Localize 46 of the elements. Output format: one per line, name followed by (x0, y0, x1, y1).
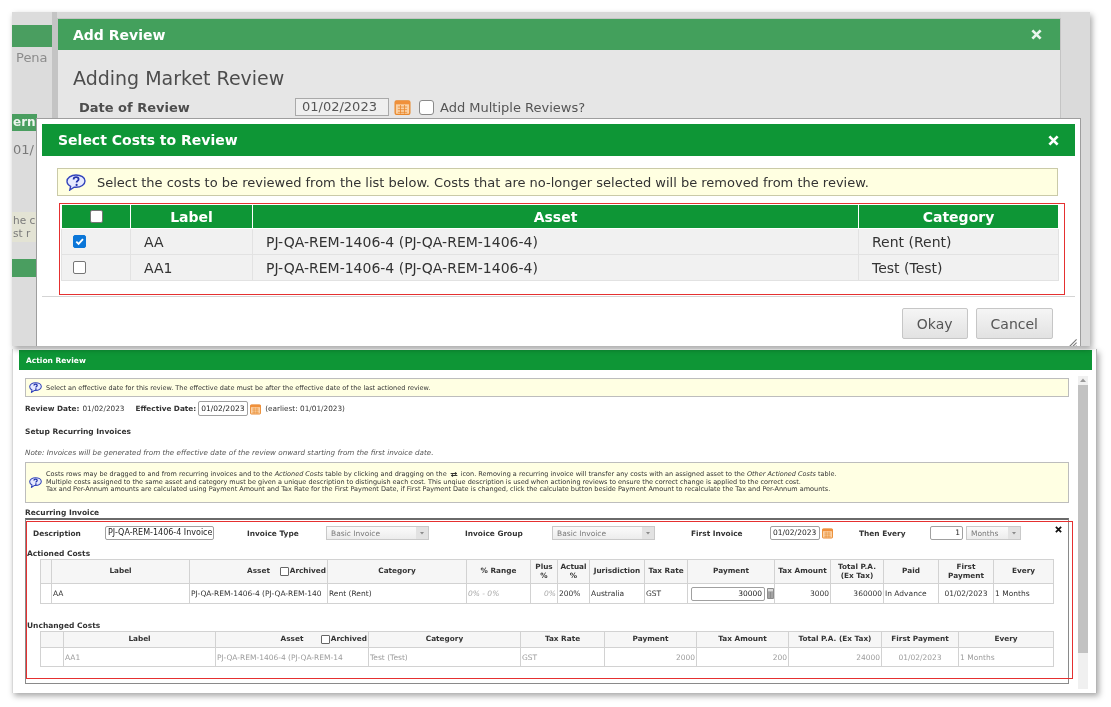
header-bar (12, 25, 52, 47)
table-cell: PJ-QA-REM-1406-4 (PJ-QA-REM-1406-4) (252, 228, 859, 255)
caret-icon (642, 527, 654, 539)
page-heading: Adding Market Review (73, 66, 286, 90)
checkbox[interactable] (73, 261, 86, 274)
calendar-icon[interactable] (822, 527, 833, 539)
checkbox-label: Add Multiple Reviews? (440, 99, 586, 115)
caret-icon (1008, 527, 1020, 539)
dialog-title: Add Review (73, 26, 166, 43)
column-header: Category (858, 204, 1059, 229)
help-icon (29, 477, 42, 488)
checkbox[interactable] (89, 210, 103, 223)
backdrop-text: he c (13, 214, 36, 227)
checkbox[interactable] (279, 567, 289, 576)
checkbox[interactable] (419, 99, 434, 115)
dialog-button[interactable]: Okay (901, 308, 968, 339)
caret-icon (416, 527, 428, 539)
checkbox[interactable] (320, 635, 330, 644)
close-icon[interactable] (1055, 526, 1062, 533)
backdrop-text: Pena (15, 50, 48, 66)
calendar-icon[interactable] (250, 402, 262, 415)
dialog-title: Select Costs to Review (58, 132, 238, 148)
column-header: Label (130, 204, 253, 229)
help-icon (29, 382, 42, 393)
table-cell: PJ-QA-REM-1406-4 (PJ-QA-REM-1406-4) (252, 254, 859, 281)
text-field[interactable]: PJ-QA-REM-1406-4 Invoice (105, 526, 214, 540)
table-cell: AA1 (130, 254, 253, 281)
table-cell: Test (Test) (858, 254, 1059, 281)
backdrop-text: st r (13, 227, 31, 240)
table-cell: Rent (Rent) (858, 228, 1059, 255)
column-header: Asset (252, 204, 859, 229)
info-text: Select the costs to be reviewed from the list below. Costs that are no-longer selected will be removed from the review. (97, 174, 869, 190)
date-field[interactable]: 01/02/2023 (295, 98, 389, 116)
drag-handle-icon (449, 472, 458, 478)
header-bar: ern (12, 114, 37, 131)
calendar-icon[interactable] (394, 99, 411, 115)
checkbox[interactable] (73, 235, 86, 248)
resize-grip-icon[interactable] (1068, 339, 1077, 346)
calculator-icon[interactable] (767, 588, 774, 599)
dialog-button[interactable]: Cancel (975, 308, 1053, 339)
field-label: Date of Review (79, 99, 191, 115)
table-cell: AA (130, 228, 253, 255)
backdrop-text: 01/ (12, 142, 34, 158)
help-icon (66, 173, 86, 191)
header-bar (12, 259, 36, 277)
scroll-up-icon[interactable] (1079, 377, 1087, 383)
